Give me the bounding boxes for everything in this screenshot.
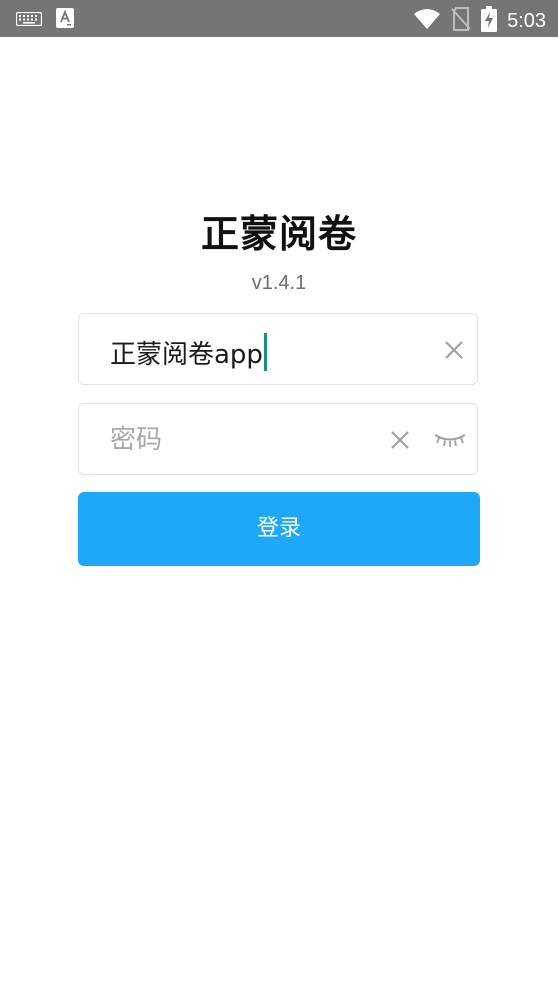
password-field[interactable]: 密码 — [78, 403, 478, 475]
clock: 5:03 — [507, 10, 546, 32]
status-bar-notifications — [15, 8, 74, 32]
password-input[interactable]: 密码 — [110, 423, 162, 457]
username-value: 正蒙阅卷app — [110, 340, 263, 370]
app-title: 正蒙阅卷 — [200, 212, 357, 256]
app-version: v1.4.1 — [251, 272, 307, 294]
username-input[interactable]: 正蒙阅卷app — [110, 333, 267, 372]
wifi-icon — [413, 8, 441, 34]
close-icon[interactable] — [442, 338, 466, 362]
username-field[interactable]: 正蒙阅卷app — [78, 313, 478, 385]
battery-charging-icon — [481, 6, 498, 36]
status-bar-system: 5:03 — [413, 6, 546, 36]
status-bar: 5:03 — [0, 0, 558, 37]
close-icon[interactable] — [388, 428, 412, 452]
text-input-icon — [56, 8, 74, 32]
keyboard-icon — [15, 11, 43, 30]
no-sim-icon — [451, 7, 471, 35]
eye-closed-icon[interactable] — [433, 430, 467, 450]
login-button[interactable]: 登录 — [78, 492, 480, 566]
text-cursor — [263, 333, 267, 371]
